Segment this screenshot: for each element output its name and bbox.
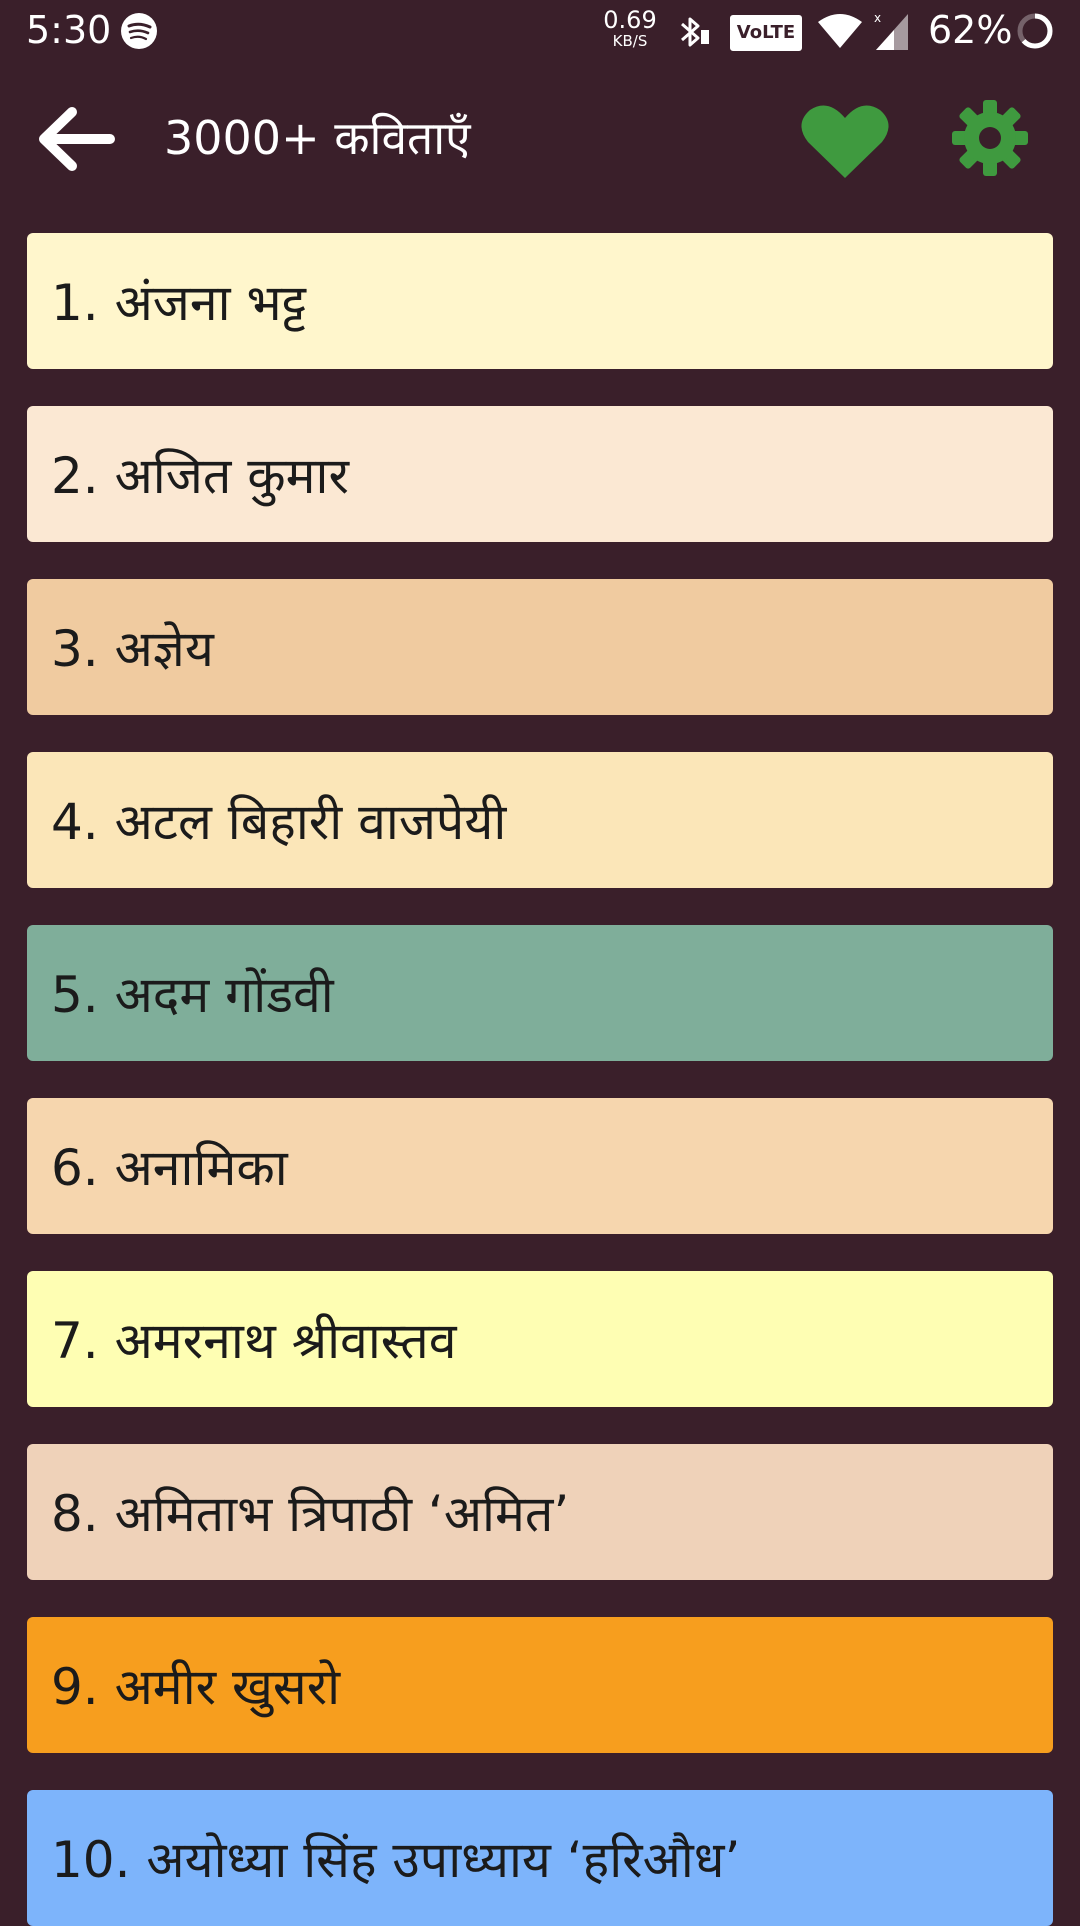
battery-percentage: 62% bbox=[928, 8, 1013, 52]
poet-list-item[interactable]: 3. अज्ञेय bbox=[27, 579, 1053, 715]
spotify-icon bbox=[121, 13, 157, 49]
status-time: 5:30 bbox=[26, 8, 112, 52]
bluetooth-icon bbox=[681, 17, 709, 47]
page-title: 3000+ कविताएँ bbox=[164, 111, 471, 165]
back-arrow-icon[interactable] bbox=[36, 104, 116, 174]
network-speed-unit: KB/S bbox=[612, 32, 648, 50]
wifi-icon bbox=[818, 14, 862, 48]
poet-list-item[interactable]: 4. अटल बिहारी वाजपेयी bbox=[27, 752, 1053, 888]
settings-gear-icon[interactable] bbox=[950, 98, 1030, 178]
poet-list-item[interactable]: 9. अमीर खुसरो bbox=[27, 1617, 1053, 1753]
network-speed-value: 0.69 bbox=[603, 6, 657, 34]
poet-list-item[interactable]: 6. अनामिका bbox=[27, 1098, 1053, 1234]
poet-list-item[interactable]: 5. अदम गोंडवी bbox=[27, 925, 1053, 1061]
favorites-heart-icon[interactable] bbox=[800, 102, 890, 182]
poet-list-item[interactable]: 10. अयोध्या सिंह उपाध्याय ‘हरिऔध’ bbox=[27, 1790, 1053, 1926]
svg-text:x: x bbox=[874, 11, 881, 25]
app-bar: 3000+ कविताएँ bbox=[0, 62, 1080, 212]
status-bar: 5:30 0.69 KB/S VoLTE x 62% bbox=[0, 0, 1080, 62]
poet-list-item[interactable]: 2. अजित कुमार bbox=[27, 406, 1053, 542]
poet-list-item[interactable]: 8. अमिताभ त्रिपाठी ‘अमित’ bbox=[27, 1444, 1053, 1580]
poet-list-item[interactable]: 7. अमरनाथ श्रीवास्तव bbox=[27, 1271, 1053, 1407]
cell-signal-icon: x bbox=[874, 11, 908, 50]
network-speed: 0.69 KB/S bbox=[600, 8, 660, 49]
battery-ring-icon bbox=[1017, 13, 1053, 49]
poet-list-item[interactable]: 1. अंजना भट्ट bbox=[27, 233, 1053, 369]
volte-badge: VoLTE bbox=[730, 15, 802, 51]
